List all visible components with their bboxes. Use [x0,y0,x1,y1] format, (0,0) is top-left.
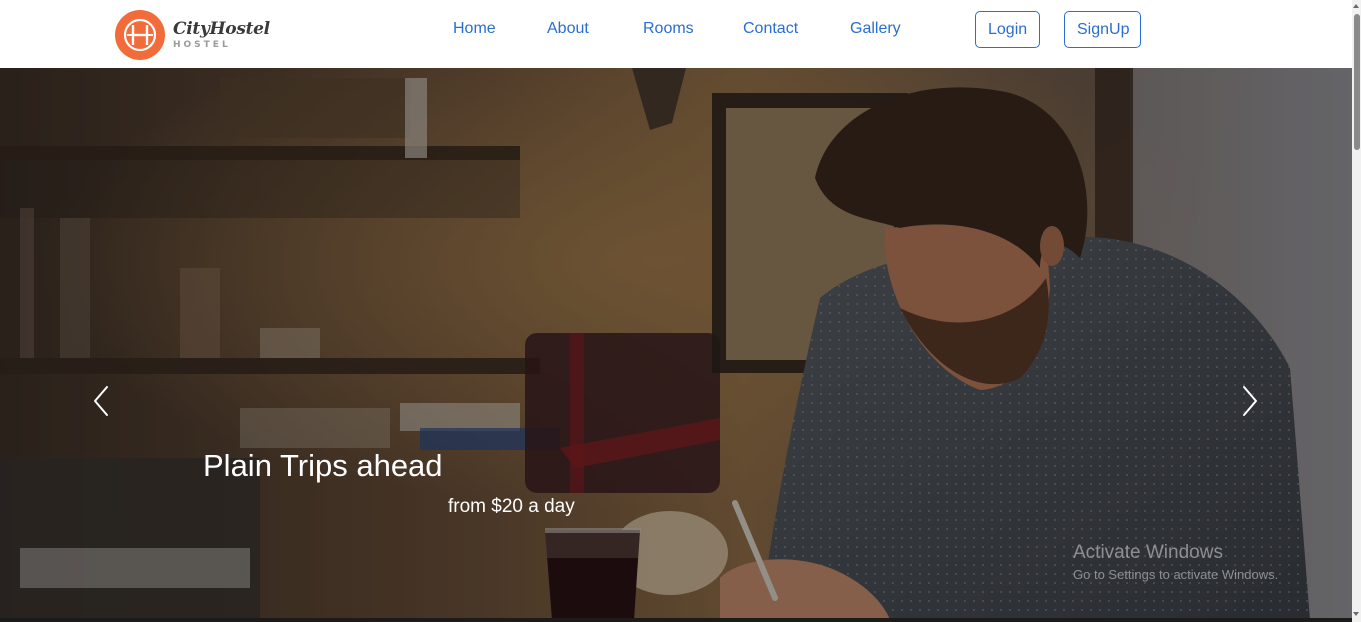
login-button[interactable]: Login [975,11,1040,48]
page-scrollbar[interactable] [1352,0,1361,622]
navbar: CityHostel HOSTEL Home About Rooms Conta… [0,0,1352,68]
chevron-left-icon[interactable] [88,383,118,419]
nav-link-contact[interactable]: Contact [743,20,798,38]
bottom-edge [0,618,1352,622]
nav-link-about[interactable]: About [547,20,589,38]
scrollbar-thumb[interactable] [1354,14,1360,150]
nav-link-home[interactable]: Home [453,20,496,38]
hero-background-image [0,68,1352,620]
nav-link-rooms[interactable]: Rooms [643,20,694,38]
brand-name: CityHostel [173,18,270,39]
carousel-caption-subtitle: from $20 a day [448,496,575,517]
carousel-caption-title: Plain Trips ahead [203,448,443,483]
hero-carousel: Plain Trips ahead from $20 a day Activat… [0,68,1352,620]
nav-link-gallery[interactable]: Gallery [850,20,901,38]
brand-subtitle: HOSTEL [173,39,231,50]
brand-home-link[interactable]: CityHostel HOSTEL [115,10,270,60]
hostel-logo-icon [115,10,165,60]
windows-activation-title: Activate Windows [1073,542,1223,563]
scroll-up-icon[interactable] [1353,4,1359,8]
chevron-right-icon[interactable] [1235,383,1265,419]
signup-button[interactable]: SignUp [1064,11,1141,48]
windows-activation-subtitle: Go to Settings to activate Windows. [1073,567,1279,582]
scroll-down-icon[interactable] [1353,612,1359,616]
